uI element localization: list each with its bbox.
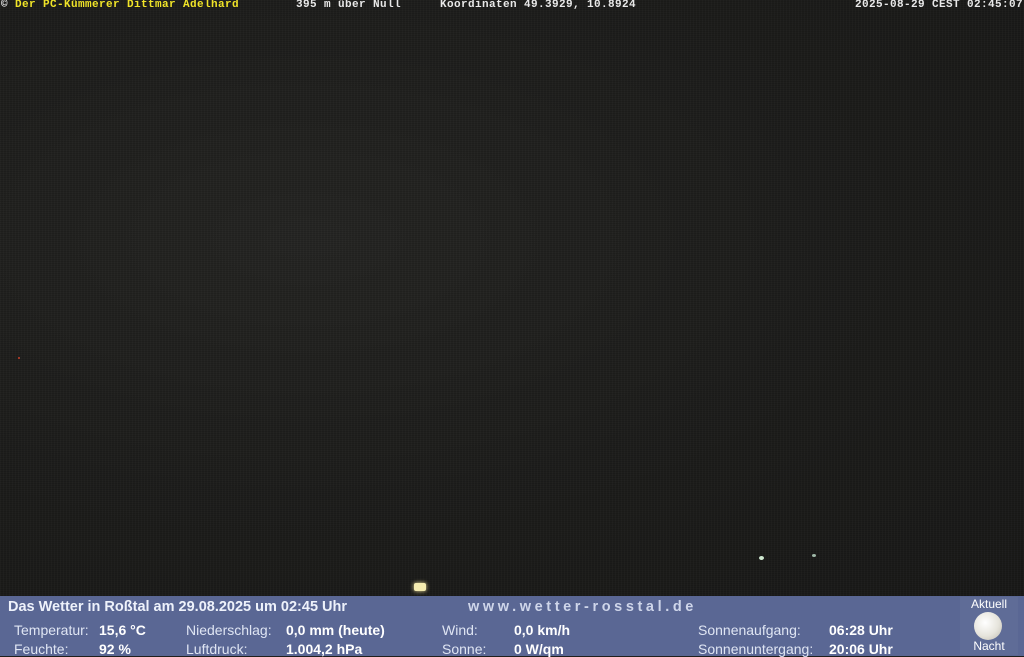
humidity-label: Feuchte: bbox=[14, 641, 69, 657]
webcam-image bbox=[0, 0, 1024, 596]
sunset-label: Sonnenuntergang: bbox=[698, 641, 814, 657]
humidity-value: 92 % bbox=[99, 641, 131, 657]
wind-value: 0,0 km/h bbox=[514, 622, 571, 638]
light-spot bbox=[812, 554, 816, 557]
altitude-text: 395 m über Null bbox=[296, 0, 402, 11]
temperature-value: 15,6 °C bbox=[99, 622, 146, 638]
pressure-value: 1.004,2 hPa bbox=[286, 641, 363, 657]
moon-current-label: Aktuell bbox=[970, 597, 1008, 611]
sunrise-label: Sonnenaufgang: bbox=[698, 622, 801, 638]
timestamp-text: 2025-08-29 CEST 02:45:07 bbox=[854, 0, 1023, 11]
precipitation-label: Niederschlag: bbox=[186, 622, 272, 638]
copyright-symbol: © bbox=[1, 0, 9, 11]
webcam-info-overlay: © Der PC-Kümmerer Dittmar Adelhard 395 m… bbox=[0, 0, 1024, 11]
sun-label: Sonne: bbox=[442, 641, 487, 657]
moon-phase-box: Aktuell Nacht bbox=[960, 597, 1018, 655]
wind-label: Wind: bbox=[442, 622, 478, 638]
coordinates-text: Koordinaten 49.3929, 10.8924 bbox=[440, 0, 637, 11]
sunrise-value: 06:28 Uhr bbox=[829, 622, 893, 638]
owner-name: Der PC-Kümmerer Dittmar Adelhard bbox=[15, 0, 240, 11]
pressure-label: Luftdruck: bbox=[186, 641, 248, 657]
sun-value: 0 W/qm bbox=[514, 641, 564, 657]
light-spot bbox=[414, 583, 426, 591]
precipitation-value: 0,0 mm (heute) bbox=[286, 622, 385, 638]
light-spot bbox=[759, 556, 764, 560]
light-spot bbox=[18, 357, 20, 359]
weather-title: Das Wetter in Roßtal am 29.08.2025 um 02… bbox=[8, 599, 348, 615]
moon-night-label: Nacht bbox=[973, 639, 1005, 653]
temperature-label: Temperatur: bbox=[14, 622, 89, 638]
full-moon-icon bbox=[974, 612, 1002, 640]
sunset-value: 20:06 Uhr bbox=[829, 641, 893, 657]
site-url[interactable]: www.wetter-rosstal.de bbox=[468, 599, 697, 615]
